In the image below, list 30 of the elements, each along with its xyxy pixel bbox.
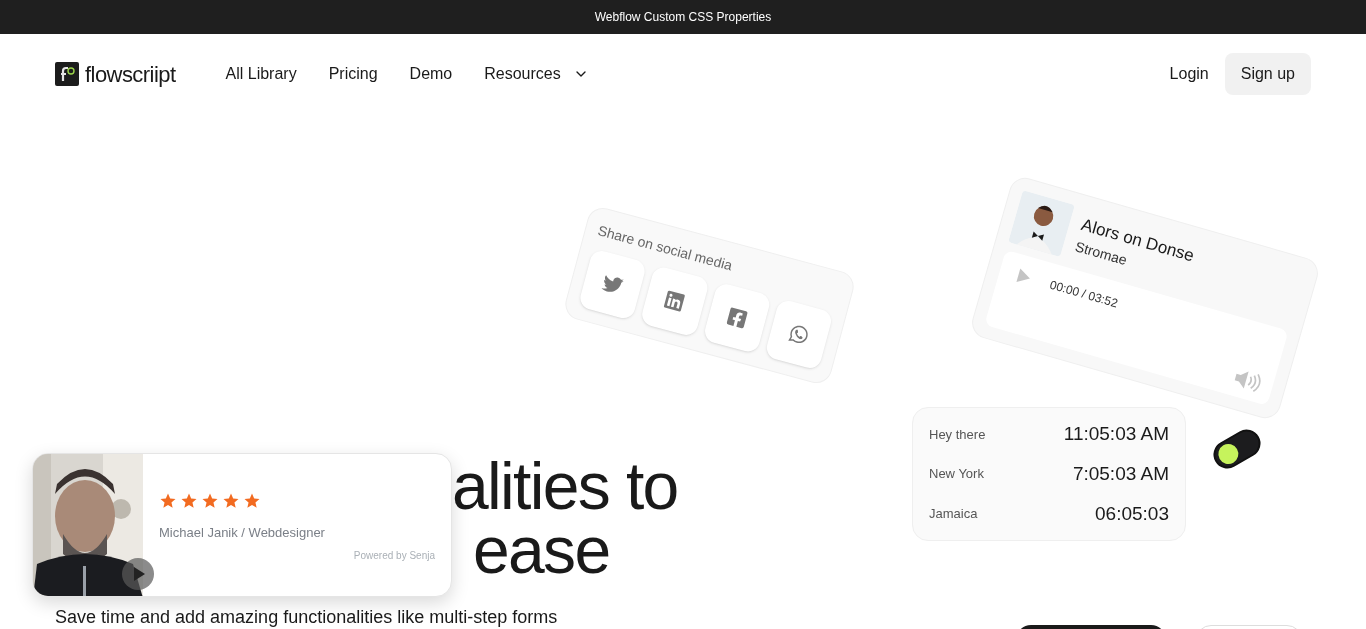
linkedin-icon (662, 288, 687, 314)
clock-label: Jamaica (929, 505, 978, 523)
signup-button[interactable]: Sign up (1224, 53, 1311, 95)
clock-time: 11:05:03 AM (1063, 422, 1169, 446)
nav-link[interactable]: Pricing (328, 62, 378, 86)
logo-text: flowscriipt (85, 60, 176, 89)
clock-time: 7:05:03 AM (1072, 461, 1169, 486)
announcement-text: Webflow Custom CSS Properties (594, 9, 772, 26)
nav-dropdown[interactable]: Resources (484, 62, 589, 86)
track-time: 00:00 / 03:52 (1047, 276, 1120, 313)
nav-link[interactable]: Demo (409, 62, 453, 86)
login-link[interactable]: Login (1169, 62, 1209, 86)
play-icon[interactable] (122, 558, 154, 590)
star-icon (201, 492, 219, 510)
nav-link[interactable]: All Library (225, 62, 297, 86)
star-icon (180, 492, 198, 510)
logo-icon (55, 62, 79, 86)
star-icon (243, 492, 261, 510)
star-icon (159, 492, 177, 510)
clock-time: 06:05:03 (1095, 501, 1169, 526)
reviewer-name: Michael Janik / Webdesigner (159, 524, 326, 542)
clock-label: New York (929, 465, 984, 484)
hero-subtitle: Save time and add amazing functionalities like multi-step forms (55, 607, 558, 627)
powered-by-text: Powered by Senja (353, 548, 435, 563)
hero-heading: ease (473, 518, 610, 582)
star-icon (222, 492, 240, 510)
hero-heading: alities to (452, 454, 678, 518)
facebook-icon (724, 305, 749, 331)
share-title: Share on social media (595, 221, 735, 276)
clock-label: Hey there (929, 425, 986, 444)
